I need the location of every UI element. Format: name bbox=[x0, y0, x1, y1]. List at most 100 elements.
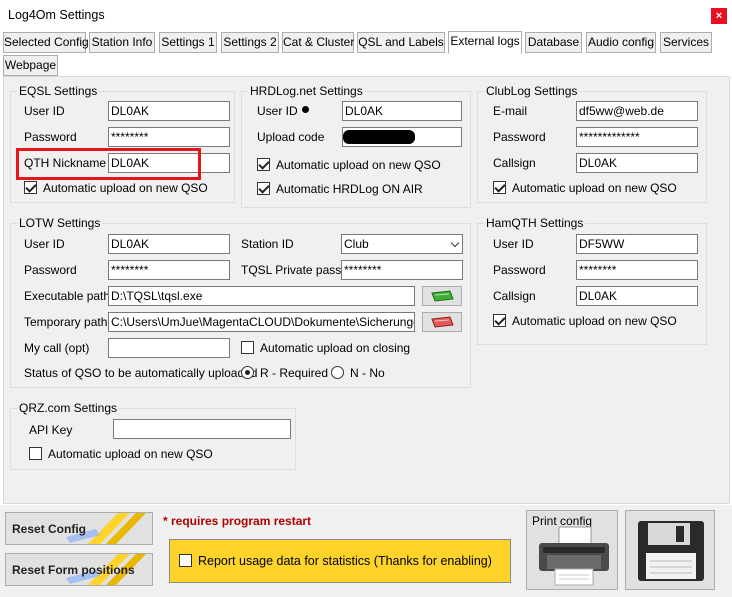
lotw-mycall-label: My call (opt) bbox=[24, 341, 90, 355]
lotw-auto-close-checkbox[interactable] bbox=[241, 341, 254, 354]
lotw-password-input[interactable]: ******** bbox=[108, 260, 230, 280]
hamqth-callsign-label: Callsign bbox=[493, 289, 536, 303]
hrdlog-group: HRDLog.net Settings User ID DL0AK Upload… bbox=[241, 84, 471, 208]
eqsl-group: EQSL Settings User ID DL0AK Password ***… bbox=[10, 84, 235, 203]
browse-temp-button[interactable] bbox=[422, 312, 462, 332]
tab-database[interactable]: Database bbox=[525, 32, 582, 53]
tab-audio-config[interactable]: Audio config bbox=[586, 32, 656, 53]
qrz-auto-upload-label: Automatic upload on new QSO bbox=[48, 447, 213, 461]
lotw-mycall-input[interactable] bbox=[108, 338, 230, 358]
qrz-auto-upload-checkbox[interactable] bbox=[29, 447, 42, 460]
qrz-api-label: API Key bbox=[29, 423, 73, 437]
lotw-station-id-label: Station ID bbox=[241, 237, 294, 251]
tab-external-logs[interactable]: External logs bbox=[448, 31, 522, 54]
print-config-button[interactable]: Print config bbox=[526, 510, 618, 590]
hamqth-user-id-input[interactable]: DF5WW bbox=[576, 234, 698, 254]
lotw-required-radio[interactable] bbox=[241, 366, 254, 379]
reset-config-label: Reset Config bbox=[12, 522, 87, 536]
redaction-mark bbox=[343, 130, 415, 144]
clublog-callsign-label: Callsign bbox=[493, 156, 536, 170]
bullet-icon bbox=[302, 106, 309, 113]
lotw-no-radio[interactable] bbox=[331, 366, 344, 379]
eqsl-auto-upload-checkbox[interactable] bbox=[24, 181, 37, 194]
hrdlog-title: HRDLog.net Settings bbox=[248, 84, 365, 98]
folder-green-icon bbox=[431, 290, 454, 302]
hrdlog-user-id-input[interactable]: DL0AK bbox=[342, 101, 462, 121]
reset-config-button[interactable]: Reset Config bbox=[5, 512, 153, 545]
reset-form-button[interactable]: Reset Form positions bbox=[5, 553, 153, 586]
hrdlog-onair-checkbox[interactable] bbox=[257, 182, 270, 195]
clublog-auto-upload-label: Automatic upload on new QSO bbox=[512, 181, 677, 195]
hamqth-user-id-label: User ID bbox=[493, 237, 534, 251]
hamqth-auto-upload-checkbox[interactable] bbox=[493, 314, 506, 327]
chevron-down-icon bbox=[450, 238, 460, 248]
qrz-group: QRZ.com Settings API Key Automatic uploa… bbox=[10, 401, 296, 470]
hrdlog-auto-upload-label: Automatic upload on new QSO bbox=[276, 158, 441, 172]
floppy-disk-icon bbox=[638, 521, 704, 581]
qrz-title: QRZ.com Settings bbox=[17, 401, 120, 415]
folder-red-icon bbox=[431, 316, 454, 328]
restart-note: * requires program restart bbox=[163, 514, 312, 528]
hamqth-group: HamQTH Settings User ID DF5WW Password *… bbox=[477, 216, 707, 345]
hrdlog-upload-code-label: Upload code bbox=[257, 130, 325, 144]
lotw-status-label: Status of QSO to be automatically upload… bbox=[24, 366, 258, 380]
stats-checkbox[interactable] bbox=[179, 554, 192, 567]
lotw-auto-close-label: Automatic upload on closing bbox=[260, 341, 411, 355]
title-bar: Log4Om Settings × bbox=[0, 0, 732, 31]
stats-panel: Report usage data for statistics (Thanks… bbox=[169, 539, 511, 583]
save-button[interactable] bbox=[625, 510, 715, 590]
hrdlog-upload-code-input[interactable] bbox=[342, 127, 462, 147]
hamqth-password-input[interactable]: ******** bbox=[576, 260, 698, 280]
tab-webpage[interactable]: Webpage bbox=[3, 55, 58, 76]
lotw-user-id-label: User ID bbox=[24, 237, 65, 251]
eqsl-user-id-label: User ID bbox=[24, 104, 65, 118]
stats-label: Report usage data for statistics (Thanks… bbox=[198, 554, 492, 568]
hrdlog-onair-label: Automatic HRDLog ON AIR bbox=[276, 182, 423, 196]
eqsl-password-label: Password bbox=[24, 130, 77, 144]
hamqth-callsign-input[interactable]: DL0AK bbox=[576, 286, 698, 306]
eqsl-user-id-input[interactable]: DL0AK bbox=[108, 101, 230, 121]
clublog-title: ClubLog Settings bbox=[484, 84, 580, 98]
close-icon[interactable]: × bbox=[711, 8, 727, 24]
hamqth-title: HamQTH Settings bbox=[484, 216, 586, 230]
lotw-user-id-input[interactable]: DL0AK bbox=[108, 234, 230, 254]
lotw-exec-input[interactable]: D:\TQSL\tqsl.exe bbox=[108, 286, 415, 306]
window-title: Log4Om Settings bbox=[8, 8, 105, 22]
clublog-auto-upload-checkbox[interactable] bbox=[493, 181, 506, 194]
tab-cat-cluster[interactable]: Cat & Cluster bbox=[282, 32, 354, 53]
clublog-group: ClubLog Settings E-mail df5ww@web.de Pas… bbox=[477, 84, 707, 203]
lotw-no-label: N - No bbox=[350, 366, 385, 380]
clublog-email-input[interactable]: df5ww@web.de bbox=[576, 101, 698, 121]
tab-qsl-labels[interactable]: QSL and Labels bbox=[357, 32, 445, 53]
eqsl-password-input[interactable]: ******** bbox=[108, 127, 230, 147]
lotw-password-label: Password bbox=[24, 263, 77, 277]
qrz-api-input[interactable] bbox=[113, 419, 291, 439]
tab-settings-1[interactable]: Settings 1 bbox=[159, 32, 217, 53]
clublog-callsign-input[interactable]: DL0AK bbox=[576, 153, 698, 173]
lotw-exec-label: Executable path bbox=[24, 289, 111, 303]
bottom-bar: Reset Config Reset Form positions * requ… bbox=[0, 505, 732, 597]
highlight-box bbox=[16, 148, 201, 180]
eqsl-auto-upload-label: Automatic upload on new QSO bbox=[43, 181, 208, 195]
clublog-password-label: Password bbox=[493, 130, 546, 144]
lotw-title: LOTW Settings bbox=[17, 216, 103, 230]
lotw-tqsl-pass-input[interactable]: ******** bbox=[341, 260, 463, 280]
clublog-password-input[interactable]: ************* bbox=[576, 127, 698, 147]
printer-icon bbox=[539, 526, 609, 586]
reset-form-label: Reset Form positions bbox=[12, 563, 135, 577]
tab-selected-config[interactable]: Selected Config bbox=[3, 32, 89, 53]
hrdlog-user-id-label: User ID bbox=[257, 104, 298, 118]
eqsl-title: EQSL Settings bbox=[17, 84, 100, 98]
lotw-station-id-select[interactable]: Club bbox=[341, 234, 463, 254]
tab-station-info[interactable]: Station Info bbox=[89, 32, 155, 53]
hamqth-password-label: Password bbox=[493, 263, 546, 277]
lotw-group: LOTW Settings User ID DL0AK Station ID C… bbox=[10, 216, 471, 388]
lotw-temp-input[interactable]: C:\Users\UmJue\MagentaCLOUD\Dokumente\Si… bbox=[108, 312, 415, 332]
hamqth-auto-upload-label: Automatic upload on new QSO bbox=[512, 314, 677, 328]
tab-settings-2[interactable]: Settings 2 bbox=[221, 32, 279, 53]
tab-services[interactable]: Services bbox=[660, 32, 712, 53]
lotw-temp-label: Temporary path bbox=[24, 315, 108, 329]
hrdlog-auto-upload-checkbox[interactable] bbox=[257, 158, 270, 171]
lotw-required-label: R - Required bbox=[260, 366, 329, 380]
browse-exec-button[interactable] bbox=[422, 286, 462, 306]
